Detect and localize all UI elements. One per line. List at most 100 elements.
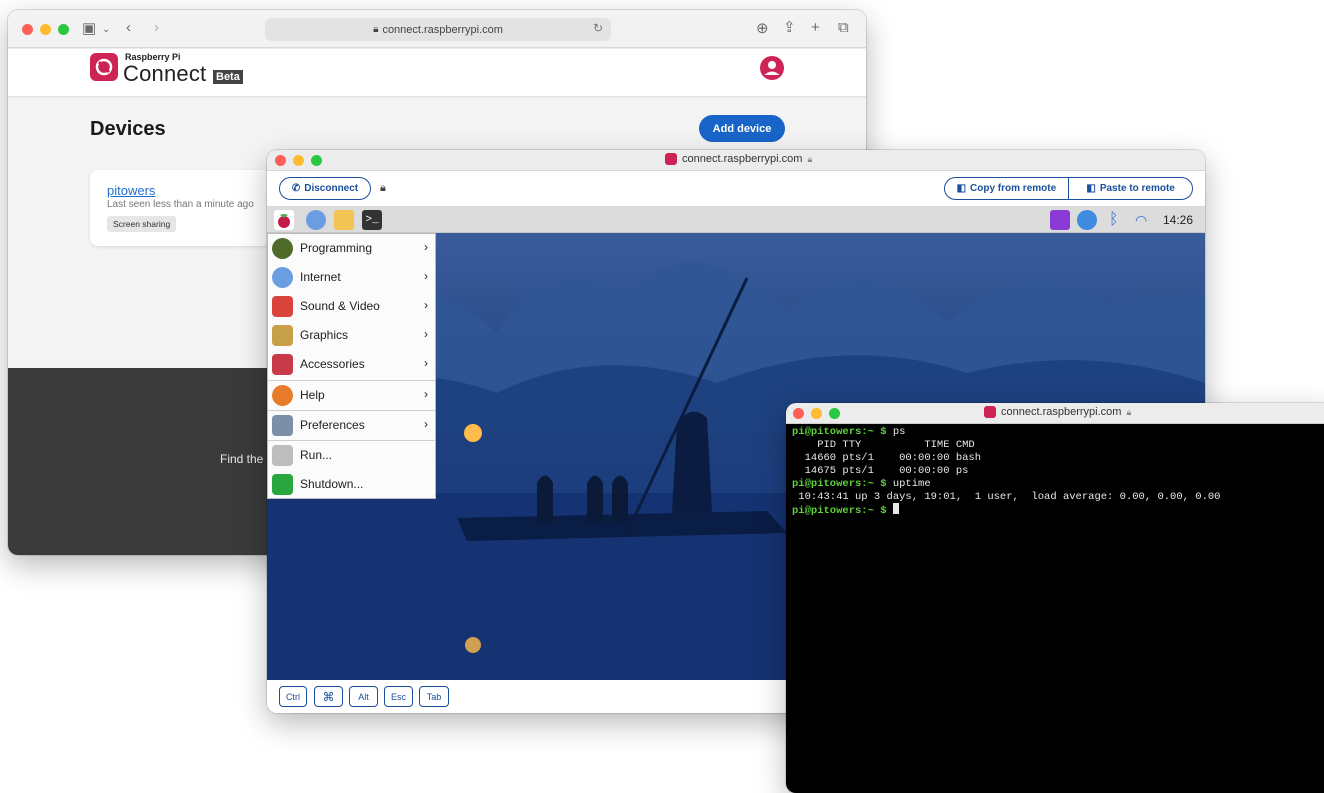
- programming-icon: [272, 238, 293, 259]
- menu-item-shutdown[interactable]: Shutdown...: [268, 470, 435, 499]
- esc-key-button[interactable]: Esc: [384, 686, 413, 707]
- forward-icon[interactable]: ›: [154, 20, 159, 36]
- raspberry-menu-icon[interactable]: [274, 210, 294, 230]
- device-name-link[interactable]: pitowers: [107, 183, 155, 198]
- exit-icon: [272, 474, 293, 495]
- tab-overview-icon[interactable]: ⧉: [838, 20, 849, 36]
- add-device-button[interactable]: Add device: [699, 115, 785, 142]
- menu-item-internet[interactable]: Internet ›: [268, 263, 435, 292]
- site-header: Raspberry Pi Connect Beta: [8, 49, 866, 97]
- menu-item-programming[interactable]: Programming ›: [268, 234, 435, 263]
- terminal-titlebar: connect.raspberrypi.com 🔒︎: [786, 403, 1324, 424]
- minimize-window-button[interactable]: [293, 155, 304, 166]
- chevron-right-icon: ›: [424, 298, 428, 312]
- chevron-down-icon[interactable]: ⌄: [102, 22, 110, 38]
- taskbar-clock: 14:26: [1162, 213, 1193, 227]
- raspberry-pi-logo-icon[interactable]: [90, 53, 118, 81]
- window-title: connect.raspberrypi.com 🔒︎: [984, 406, 1131, 418]
- menu-item-sound-video[interactable]: Sound & Video ›: [268, 292, 435, 321]
- update-icon[interactable]: [1077, 210, 1097, 230]
- device-last-seen: Last seen less than a minute ago: [107, 199, 254, 210]
- window-title-url: connect.raspberrypi.com: [682, 153, 803, 165]
- terminal-cursor: [892, 503, 899, 515]
- address-bar-url: connect.raspberrypi.com: [382, 23, 503, 36]
- popcorn-icon: [272, 296, 293, 317]
- terminal-output[interactable]: pi@pitowers:~ $ ps PID TTY TIME CMD 1466…: [792, 426, 1324, 518]
- disconnect-label: Disconnect: [304, 183, 359, 194]
- remote-titlebar: connect.raspberrypi.com 🔒︎: [267, 150, 1205, 171]
- device-card[interactable]: pitowers Last seen less than a minute ag…: [90, 170, 270, 246]
- terminal-line: PID TTY TIME CMD: [792, 438, 975, 451]
- zoom-window-button[interactable]: [58, 24, 69, 35]
- copy-from-remote-button[interactable]: ◧ Copy from remote: [945, 178, 1068, 199]
- file-manager-icon[interactable]: [334, 210, 354, 230]
- close-window-button[interactable]: [22, 24, 33, 35]
- chevron-right-icon: ›: [424, 240, 428, 254]
- minimize-window-button[interactable]: [40, 24, 51, 35]
- raspberry-key-button[interactable]: ⌘: [314, 686, 343, 707]
- clipboard-controls: ◧ Copy from remote ◧ Paste to remote: [944, 177, 1193, 200]
- reload-icon[interactable]: ↻: [593, 21, 603, 35]
- paintbrush-icon: [272, 325, 293, 346]
- window-controls: [22, 24, 69, 35]
- chevron-right-icon: ›: [424, 356, 428, 370]
- chevron-right-icon: ›: [424, 387, 428, 401]
- disconnect-button[interactable]: ✆ Disconnect: [279, 177, 371, 200]
- minimize-window-button[interactable]: [811, 408, 822, 419]
- address-bar[interactable]: 🔒︎ connect.raspberrypi.com ↻: [265, 18, 611, 41]
- raspberry-pi-favicon-icon: [984, 406, 996, 418]
- lifebuoy-icon: [272, 385, 293, 406]
- remote-taskbar: >_ ᛒ ◠ 14:26: [267, 207, 1205, 233]
- back-icon[interactable]: ‹: [126, 20, 131, 36]
- close-window-button[interactable]: [793, 408, 804, 419]
- terminal-line: 10:43:41 up 3 days, 19:01, 1 user, load …: [792, 490, 1221, 503]
- beta-badge: Beta: [213, 70, 243, 84]
- window-controls: [793, 408, 840, 419]
- menu-item-label: Shutdown...: [300, 477, 364, 491]
- terminal-command: uptime: [892, 477, 931, 490]
- menu-item-accessories[interactable]: Accessories ›: [268, 350, 435, 379]
- window-controls: [275, 155, 322, 166]
- paste-to-remote-button[interactable]: ◧ Paste to remote: [1069, 178, 1192, 199]
- menu-item-preferences[interactable]: Preferences ›: [268, 411, 435, 440]
- download-icon[interactable]: ⊕: [756, 21, 769, 37]
- clipboard-icon: ◧: [1086, 183, 1096, 194]
- menu-item-help[interactable]: Help ›: [268, 381, 435, 410]
- share-icon[interactable]: ⇪: [783, 20, 796, 36]
- zoom-window-button[interactable]: [829, 408, 840, 419]
- menu-item-label: Help: [300, 388, 325, 402]
- chevron-right-icon: ›: [424, 327, 428, 341]
- wifi-icon[interactable]: ◠: [1135, 210, 1155, 230]
- terminal-command: ps: [892, 426, 906, 438]
- window-title-url: connect.raspberrypi.com: [1001, 406, 1122, 418]
- bluetooth-icon[interactable]: ᛒ: [1109, 210, 1129, 230]
- terminal-line: 14660 pts/1 00:00:00 bash: [792, 451, 982, 464]
- globe-icon: [272, 267, 293, 288]
- menu-item-label: Sound & Video: [300, 299, 380, 313]
- brand-name: Connect: [123, 61, 207, 86]
- close-window-button[interactable]: [275, 155, 286, 166]
- phone-icon: ✆: [291, 183, 301, 194]
- menu-item-label: Accessories: [300, 357, 365, 371]
- sidebar-icon[interactable]: ▣: [82, 21, 96, 37]
- connect-status-icon[interactable]: [1050, 210, 1070, 230]
- account-avatar[interactable]: [760, 56, 784, 80]
- tab-key-button[interactable]: Tab: [419, 686, 449, 707]
- new-tab-icon[interactable]: +: [811, 20, 820, 36]
- alt-key-button[interactable]: Alt: [349, 686, 378, 707]
- terminal-icon[interactable]: >_: [362, 210, 382, 230]
- chevron-right-icon: ›: [424, 269, 428, 283]
- lock-icon: 🔒︎: [380, 182, 386, 194]
- menu-item-graphics[interactable]: Graphics ›: [268, 321, 435, 350]
- lock-icon: 🔒︎: [373, 24, 379, 35]
- page-title: Devices: [90, 118, 166, 140]
- menu-item-run[interactable]: Run...: [268, 441, 435, 470]
- clipboard-icon: ◧: [956, 183, 967, 194]
- web-browser-icon[interactable]: [306, 210, 326, 230]
- ctrl-key-button[interactable]: Ctrl: [279, 686, 307, 707]
- chevron-right-icon: ›: [424, 417, 428, 431]
- application-menu: Programming › Internet › Sound & Video ›…: [267, 233, 436, 499]
- menu-item-label: Preferences: [300, 418, 365, 432]
- menu-item-label: Programming: [300, 241, 373, 255]
- zoom-window-button[interactable]: [311, 155, 322, 166]
